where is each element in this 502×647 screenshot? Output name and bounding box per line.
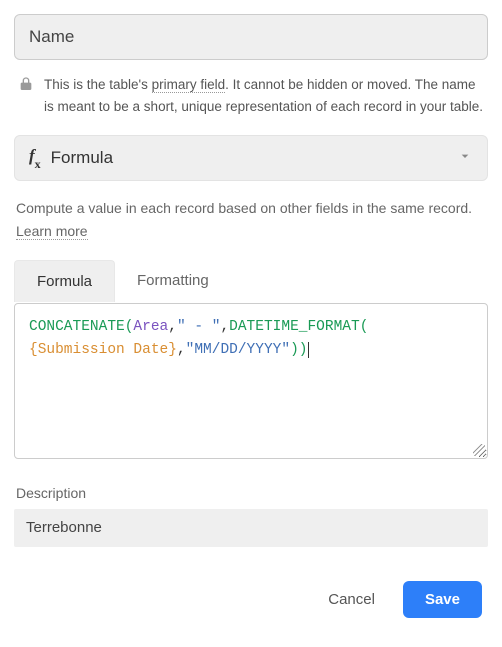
formula-token-comma: , [168, 319, 177, 335]
tab-formula[interactable]: Formula [14, 260, 115, 302]
spacer [14, 459, 488, 485]
learn-more-link[interactable]: Learn more [16, 223, 88, 240]
field-config-panel: This is the table's primary field. It ca… [0, 0, 502, 638]
description-label: Description [14, 485, 488, 509]
formula-token-brace: } [168, 342, 177, 358]
primary-field-link[interactable]: primary field [152, 77, 226, 93]
tab-formatting[interactable]: Formatting [115, 260, 231, 302]
helper-prefix: This is the table's [44, 77, 152, 92]
formula-token-paren: ) [290, 342, 299, 358]
formula-token-fn: CONCATENATE [29, 319, 125, 335]
formula-editor[interactable]: CONCATENATE(Area," - ",DATETIME_FORMAT({… [14, 303, 488, 459]
lock-icon [18, 76, 34, 92]
formula-token-paren: ( [360, 319, 369, 335]
config-tabs: Formula Formatting [14, 260, 488, 303]
field-type-label: Formula [51, 148, 457, 168]
type-desc-text: Compute a value in each record based on … [16, 200, 472, 216]
formula-token-comma: , [220, 319, 229, 335]
primary-field-helper: This is the table's primary field. It ca… [14, 60, 488, 117]
formula-token-fn: DATETIME_FORMAT [229, 319, 360, 335]
formula-token-comma: , [177, 342, 186, 358]
field-name-input[interactable] [14, 14, 488, 60]
formula-token-string: " - " [177, 319, 221, 335]
formula-token-string: "MM/DD/YYYY" [186, 342, 290, 358]
primary-field-helper-text: This is the table's primary field. It ca… [44, 74, 484, 117]
text-caret [308, 342, 309, 358]
formula-icon: fx [29, 146, 41, 169]
chevron-down-icon [457, 148, 473, 169]
cancel-button[interactable]: Cancel [322, 590, 381, 609]
field-type-select[interactable]: fx Formula [14, 135, 488, 181]
formula-token-brace: { [29, 342, 38, 358]
description-input[interactable] [14, 509, 488, 547]
dialog-footer: Cancel Save [14, 547, 488, 618]
resize-handle-icon[interactable] [473, 444, 485, 456]
field-type-description: Compute a value in each record based on … [14, 181, 488, 242]
formula-token-ref: Submission Date [38, 342, 169, 358]
formula-token-ref: Area [133, 319, 168, 335]
save-button[interactable]: Save [403, 581, 482, 618]
formula-token-paren: ) [299, 342, 308, 358]
